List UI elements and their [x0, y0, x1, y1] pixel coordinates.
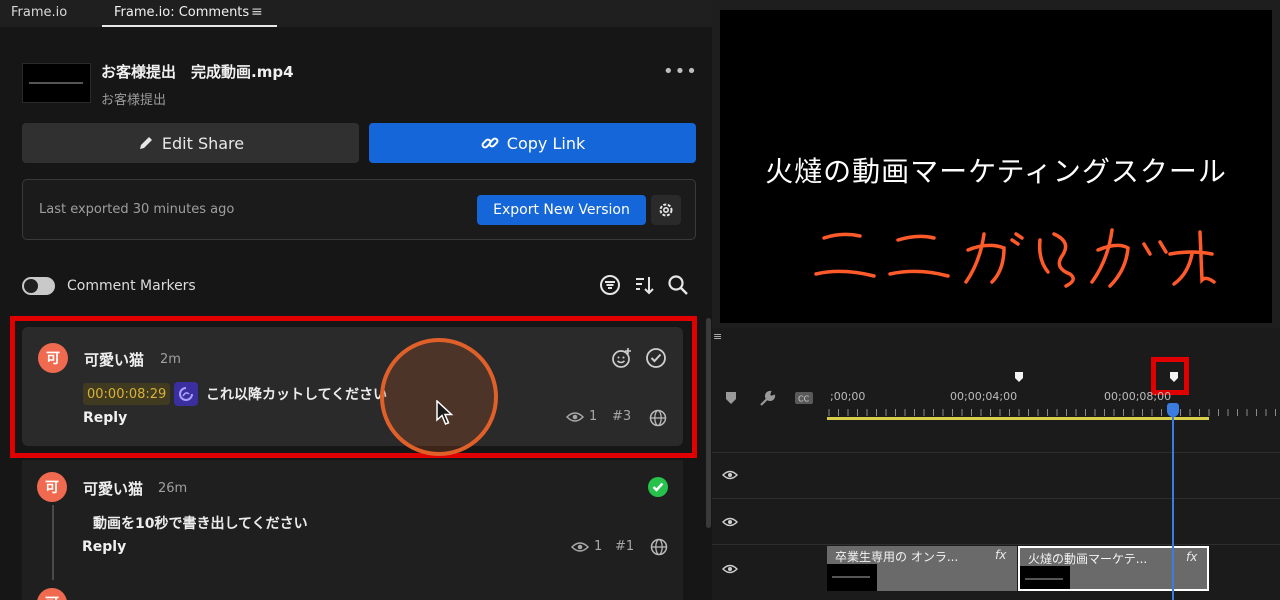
reply-link[interactable]: Reply	[82, 539, 126, 555]
eye-icon[interactable]	[722, 563, 738, 575]
video-clip[interactable]: 卒業生専用の オンラ... fx	[827, 546, 1017, 591]
file-folder: お客様提出	[101, 93, 167, 108]
comment-markers-toggle[interactable]	[22, 277, 55, 295]
video-title-text: 火燵の動画マーケティングスクール	[765, 155, 1227, 188]
clip-thumbnail	[1020, 566, 1070, 589]
timeline-menu-icon[interactable]: ≡	[713, 330, 722, 343]
handwritten-annotation	[814, 228, 1216, 288]
clip-thumbnail	[827, 564, 877, 591]
video-clip-selected[interactable]: 火燵の動画マーケテ... fx	[1018, 546, 1209, 591]
active-tab-indicator	[102, 25, 277, 27]
pencil-icon	[139, 137, 152, 149]
comment-author: 可愛い猫	[83, 480, 144, 498]
last-exported-text: Last exported 30 minutes ago	[39, 202, 235, 217]
eye-icon	[571, 541, 589, 552]
globe-icon[interactable]	[649, 537, 669, 557]
track-divider	[712, 544, 1280, 545]
export-section: Last exported 30 minutes ago Export New …	[22, 179, 696, 240]
gear-icon[interactable]	[651, 195, 681, 225]
playhead-line[interactable]	[1172, 405, 1174, 600]
playhead-handle[interactable]	[1167, 403, 1179, 417]
edit-share-button[interactable]: Edit Share	[22, 123, 359, 163]
fx-badge: fx	[1186, 550, 1198, 564]
marker-tool-icon[interactable]	[725, 390, 737, 409]
premiere-panel: 火燵の動画マーケティングスクール ≡ CC ;00;00 00;00;04;00…	[712, 0, 1280, 600]
eye-icon[interactable]	[722, 469, 738, 481]
resolved-check-icon[interactable]	[646, 475, 670, 499]
export-new-version-button[interactable]: Export New Version	[477, 195, 646, 225]
file-name: お客様提出 完成動画.mp4	[101, 63, 294, 81]
copy-link-label: Copy Link	[506, 133, 586, 153]
comment-card[interactable]: 可 可愛い猫 26m 動画を10秒で書き出してください Reply 1 #1 可	[22, 460, 683, 600]
clip-name: 卒業生専用の オンラ...	[835, 550, 959, 564]
copy-link-button[interactable]: Copy Link	[369, 123, 696, 163]
panel-tabs: Frame.io Frame.io: Comments ≡	[0, 0, 712, 27]
mouse-cursor-icon	[436, 399, 454, 430]
timecode-label: 00;00;08;00	[1104, 390, 1172, 403]
avatar: 可	[37, 472, 67, 502]
fx-badge: fx	[995, 548, 1007, 562]
comment-text: 動画を10秒で書き出してください	[93, 516, 308, 532]
eye-icon[interactable]	[722, 516, 738, 528]
tab-frameio-comments[interactable]: Frame.io: Comments	[114, 5, 249, 20]
wrench-icon[interactable]	[758, 390, 776, 412]
search-icon[interactable]	[666, 273, 690, 297]
view-count: 1	[571, 539, 602, 554]
frameio-panel: Frame.io Frame.io: Comments ≡ お客様提出 完成動画…	[0, 0, 712, 600]
file-thumbnail	[22, 63, 91, 103]
highlight-frame	[10, 316, 697, 458]
comment-time: 26m	[158, 481, 188, 496]
clip-name: 火燵の動画マーケテ...	[1028, 552, 1148, 566]
sort-icon[interactable]	[632, 273, 656, 297]
comment-number: #1	[615, 539, 635, 554]
avatar: 可	[37, 588, 67, 600]
thread-line	[52, 505, 54, 580]
timecode-label: 00;00;04;00	[950, 390, 1018, 403]
captions-icon[interactable]: CC	[794, 390, 814, 409]
track-divider	[712, 498, 1280, 499]
view-count-value: 1	[594, 539, 603, 554]
timecode-label: ;00;00	[830, 390, 866, 403]
track-divider	[712, 452, 1280, 453]
tab-frameio[interactable]: Frame.io	[11, 5, 67, 20]
svg-text:CC: CC	[798, 395, 810, 404]
link-icon	[481, 137, 499, 149]
comments-scrollbar[interactable]	[706, 318, 711, 528]
work-area-bar[interactable]	[827, 417, 1209, 420]
program-monitor[interactable]: 火燵の動画マーケティングスクール	[720, 10, 1272, 323]
click-highlight-ring	[380, 338, 498, 456]
comment-markers-label: Comment Markers	[67, 278, 196, 294]
tab-menu-icon[interactable]: ≡	[251, 4, 263, 20]
more-options-icon[interactable]: •••	[663, 63, 697, 84]
edit-share-label: Edit Share	[161, 133, 245, 153]
filter-icon[interactable]	[598, 273, 622, 297]
